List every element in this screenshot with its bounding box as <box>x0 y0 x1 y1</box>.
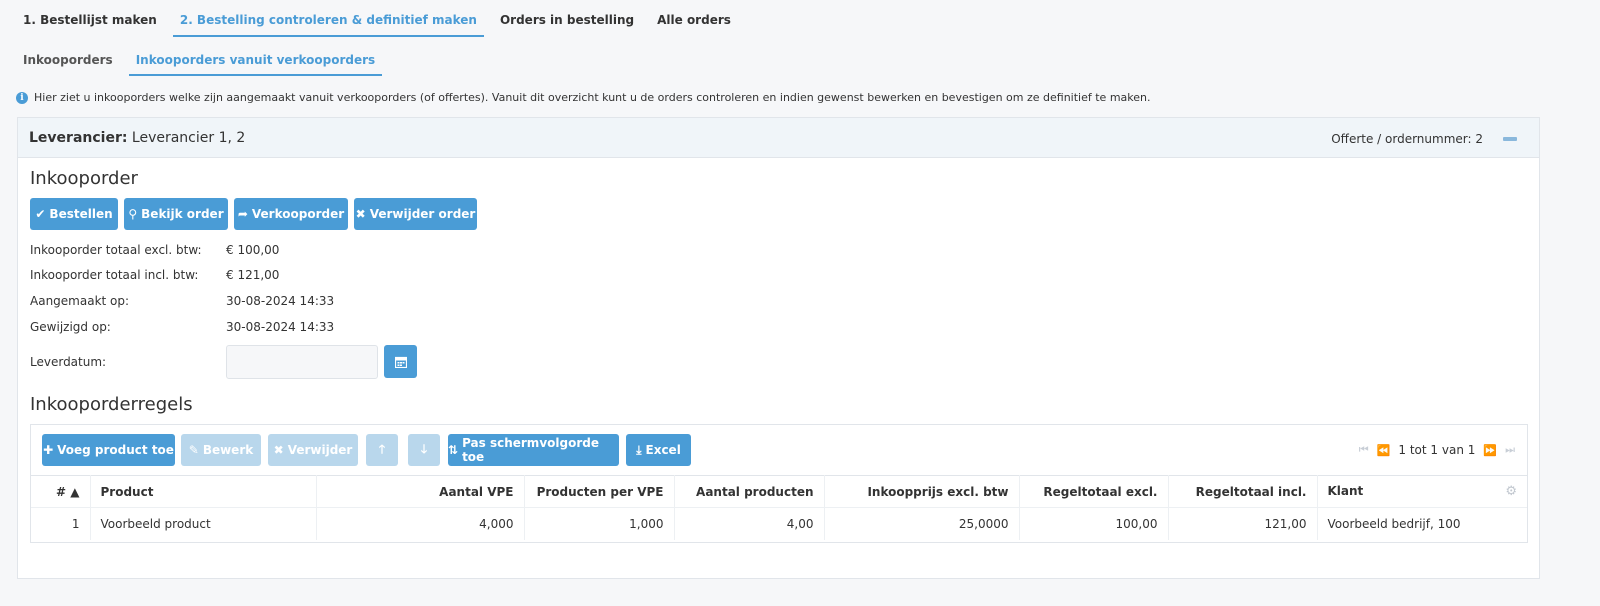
lines-title: Inkooporderregels <box>30 394 193 415</box>
main-tabs: 1. Bestellijst maken 2. Bestelling contr… <box>16 0 747 37</box>
next-page-icon[interactable]: ⏩ <box>1483 444 1497 457</box>
bestellen-button[interactable]: ✔ Bestellen <box>30 198 118 230</box>
delivery-date-label: Leverdatum: <box>30 355 107 369</box>
tab-bestelling-controleren[interactable]: 2. Bestelling controleren & definitief m… <box>172 0 484 37</box>
calendar-button[interactable] <box>384 345 417 378</box>
modified-label: Gewijzigd op: <box>30 320 111 334</box>
calendar-icon <box>394 356 407 368</box>
tab-bestellijst-maken[interactable]: 1. Bestellijst maken <box>16 0 164 37</box>
created-label: Aangemaakt op: <box>30 294 130 308</box>
arrow-down-icon: 🡓 <box>420 441 428 456</box>
pager: ⏮ ⏪ 1 tot 1 van 1 ⏩ ⏭ <box>1359 443 1515 457</box>
column-header-aantal-producten[interactable]: Aantal producten <box>674 475 825 508</box>
cell-aantal-producten: 4,00 <box>674 507 825 540</box>
edit-button[interactable]: ✎ Bewerk <box>181 434 261 466</box>
move-up-button[interactable]: 🡑 <box>366 434 398 466</box>
edit-icon: ✎ <box>188 443 199 457</box>
cell-product: Voorbeeld product <box>90 507 317 540</box>
supplier-label: Leverancier: <box>29 130 128 146</box>
sub-tabs: Inkooporders Inkooporders vanuit verkoop… <box>16 44 391 76</box>
cell-regeltotaal-excl: 100,00 <box>1019 507 1169 540</box>
cell-number: 1 <box>31 507 91 540</box>
check-icon: ✔ <box>35 207 46 221</box>
order-lines-grid: ✚ Voeg product toe ✎ Bewerk ✖ Verwijder 🡑 🡓… <box>30 424 1528 543</box>
table-row[interactable]: 1 Voorbeeld product 4,000 1,000 4,00 25,… <box>31 507 1527 540</box>
first-page-icon[interactable]: ⏮ <box>1359 443 1369 457</box>
collapse-icon[interactable] <box>1503 137 1517 141</box>
delivery-date-input[interactable] <box>226 345 378 379</box>
total-incl-label: Inkooporder totaal incl. btw: <box>30 268 199 282</box>
subtab-inkooporders-vanuit-verkooporders[interactable]: Inkooporders vanuit verkooporders <box>128 44 383 76</box>
column-header-regeltotaal-incl[interactable]: Regeltotaal incl. <box>1168 475 1318 508</box>
cell-inkoopprijs: 25,0000 <box>824 507 1020 540</box>
excel-button[interactable]: ⤓ Excel <box>626 434 691 466</box>
column-header-inkoopprijs[interactable]: Inkoopprijs excl. btw <box>824 475 1020 508</box>
total-excl-value: € 100,00 <box>226 243 280 257</box>
search-icon: ⚲ <box>128 207 138 221</box>
column-header-aantal-vpe[interactable]: Aantal VPE <box>316 475 525 508</box>
prev-page-icon[interactable]: ⏪ <box>1377 444 1391 457</box>
info-icon: i <box>16 91 28 104</box>
tab-orders-in-bestelling[interactable]: Orders in bestelling <box>493 0 641 37</box>
order-lines-table: # ▲ Product Aantal VPE Producten per VPE… <box>31 475 1527 540</box>
order-title: Inkooporder <box>30 168 138 189</box>
info-message: i Hier ziet u inkooporders welke zijn aa… <box>16 91 1150 104</box>
cell-klant: Voorbeeld bedrijf, 100 <box>1327 516 1461 531</box>
column-header-producten-per-vpe[interactable]: Producten per VPE <box>524 475 675 508</box>
table-header-row: # ▲ Product Aantal VPE Producten per VPE… <box>31 475 1527 508</box>
column-header-product[interactable]: Product <box>90 475 317 508</box>
column-header-number[interactable]: # ▲ <box>31 475 91 508</box>
close-icon: ✖ <box>273 443 284 457</box>
total-excl-label: Inkooporder totaal excl. btw: <box>30 243 202 257</box>
arrow-up-icon: 🡑 <box>378 441 386 456</box>
supplier-info: Leverancier: Leverancier 1, 2 <box>29 130 245 146</box>
verwijder-order-button[interactable]: ✖ Verwijder order <box>354 198 477 230</box>
apply-screen-order-button[interactable]: ⇅ Pas schermvolgorde toe <box>448 434 619 466</box>
info-text: Hier ziet u inkooporders welke zijn aang… <box>34 91 1151 104</box>
modified-value: 30-08-2024 14:33 <box>226 320 335 334</box>
column-header-regeltotaal-excl[interactable]: Regeltotaal excl. <box>1019 475 1169 508</box>
sort-icon: ⇅ <box>448 443 459 457</box>
supplier-value: Leverancier 1, 2 <box>131 130 246 146</box>
cell-producten-per-vpe: 1,000 <box>524 507 675 540</box>
move-down-button[interactable]: 🡓 <box>408 434 440 466</box>
created-value: 30-08-2024 14:33 <box>226 294 335 308</box>
cell-aantal-vpe: 4,000 <box>316 507 525 540</box>
gear-icon[interactable]: ⚙ <box>1505 484 1517 499</box>
subtab-inkooporders[interactable]: Inkooporders <box>16 44 120 76</box>
delete-button[interactable]: ✖ Verwijder <box>268 434 358 466</box>
verkooporder-button[interactable]: ➦ Verkooporder <box>234 198 348 230</box>
panel-header[interactable]: Leverancier: Leverancier 1, 2 Offerte / … <box>18 118 1539 158</box>
export-icon: ⤓ <box>636 442 642 457</box>
plus-icon: ✚ <box>43 443 54 457</box>
bekijk-order-button[interactable]: ⚲ Bekijk order <box>124 198 228 230</box>
pager-text: 1 tot 1 van 1 <box>1398 443 1476 457</box>
share-icon: ➦ <box>237 207 248 221</box>
close-icon: ✖ <box>355 207 366 221</box>
total-incl-value: € 121,00 <box>226 268 280 282</box>
tab-alle-orders[interactable]: Alle orders <box>650 0 738 37</box>
column-header-klant[interactable]: Klant ⚙ <box>1317 475 1527 508</box>
cell-regeltotaal-incl: 121,00 <box>1168 507 1318 540</box>
supplier-panel: Leverancier: Leverancier 1, 2 Offerte / … <box>17 117 1540 579</box>
add-product-button[interactable]: ✚ Voeg product toe <box>42 434 175 466</box>
last-page-icon[interactable]: ⏭ <box>1505 443 1515 457</box>
offer-number: Offerte / ordernummer: 2 <box>1331 132 1483 146</box>
